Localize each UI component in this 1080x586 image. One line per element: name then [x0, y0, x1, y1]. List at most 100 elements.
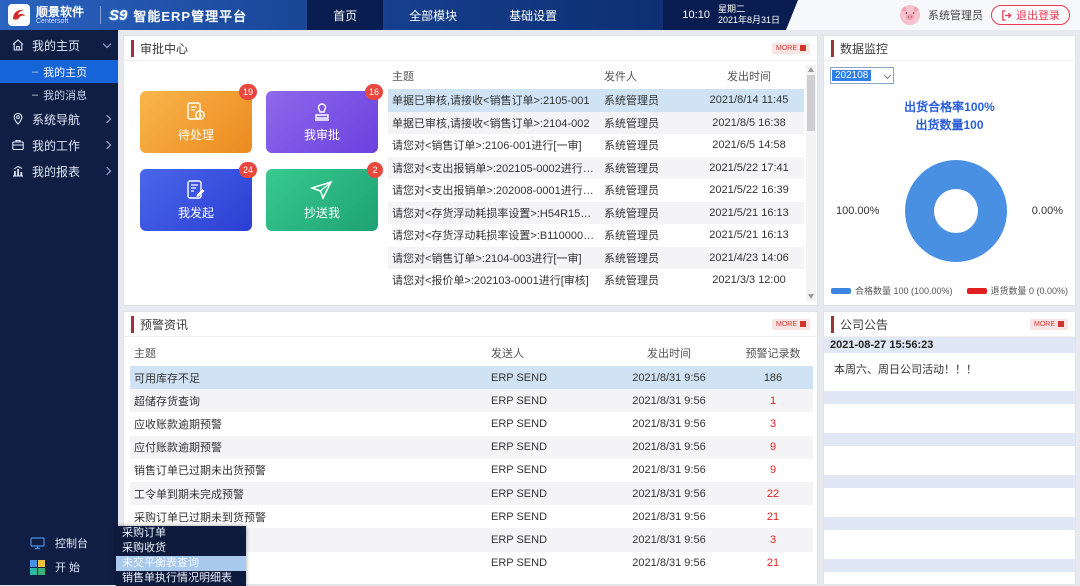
col-sender: 发件人	[600, 68, 694, 84]
sidebar-item-my-work[interactable]: 我的工作	[0, 132, 118, 158]
initiated-count-badge: 24	[239, 162, 257, 178]
announcement-panel-header: 公司公告 MORE	[824, 312, 1075, 337]
cell-sender: ERP SEND	[487, 511, 605, 523]
announcement-panel: 公司公告 MORE 2021-08-27 15:56:23 本周六、周日公司活动…	[823, 311, 1076, 585]
cell-sender: ERP SEND	[487, 557, 605, 569]
logout-label: 退出登录	[1016, 7, 1060, 23]
console-monitor-icon	[30, 536, 45, 551]
menu-item-purchase-receipt[interactable]: 采购收货	[116, 541, 246, 556]
menu-item-balance-query[interactable]: 未交平衡表查询	[116, 556, 246, 571]
announcement-more-button[interactable]: MORE	[1030, 319, 1068, 330]
sidebar-item-my-home[interactable]: 我的主页	[0, 30, 118, 60]
table-row[interactable]: 请您对<支出报销单>:202105-0002进行[审核]系统管理员2021/5/…	[388, 157, 804, 180]
logo-text: 顺景软件 Centersoft	[36, 6, 84, 25]
approval-more-button[interactable]: MORE	[772, 43, 810, 54]
paper-plane-icon	[310, 179, 334, 201]
cell-subject: 请您对<存货浮动耗损率设置>:B11000001进行[审核]	[388, 227, 600, 243]
donut-chart-row: 100.00% 0.00%	[824, 160, 1075, 262]
announcement-empty-slot	[824, 530, 1075, 559]
table-row[interactable]: 请您对<支出报销单>:202008-0001进行[审核]系统管理员2021/5/…	[388, 179, 804, 202]
cell-subject: 请您对<报价单>:202103-0001进行[审核]	[388, 272, 600, 288]
cell-sender: ERP SEND	[487, 441, 605, 453]
table-row[interactable]: 请您对<存货浮动耗损率设置>:H54R15006002进行[审核]系统管理员20…	[388, 202, 804, 225]
sidebar-item-my-reports[interactable]: 我的报表	[0, 158, 118, 184]
nav-tab-basic-settings[interactable]: 基础设置	[483, 0, 583, 30]
sidebar-subitem-my-home[interactable]: 我的主页	[0, 60, 118, 83]
cell-count: 3	[733, 534, 813, 546]
table-row[interactable]: 单据已审核,请接收<销售订单>:2104-002系统管理员2021/8/5 16…	[388, 112, 804, 135]
pending-doc-clock-icon	[185, 101, 207, 123]
clock-calendar-date: 2021年8月31日	[718, 15, 780, 26]
announcement-divider	[824, 391, 1075, 404]
table-row[interactable]: 销售订单已过期未出货预警ERP SEND2021/8/31 9:569	[130, 459, 813, 482]
alerts-more-button[interactable]: MORE	[772, 319, 810, 330]
clock-date: 星期二 2021年8月31日	[718, 4, 780, 27]
cell-time: 2021/5/22 17:41	[694, 162, 804, 174]
cell-sender: 系统管理员	[600, 160, 694, 176]
period-select[interactable]: 202108	[830, 67, 894, 84]
table-row[interactable]: 请您对<报价单>:202103-0001进行[审核]系统管理员2021/3/3 …	[388, 269, 804, 292]
cell-sender: ERP SEND	[487, 534, 605, 546]
announcement-divider	[824, 559, 1075, 572]
more-square-icon	[800, 45, 806, 51]
table-row[interactable]: 请您对<销售订单>:2104-003进行[一审]系统管理员2021/4/23 1…	[388, 247, 804, 270]
announcement-empty-slot	[824, 446, 1075, 475]
nav-tab-home[interactable]: 首页	[307, 0, 383, 30]
cell-count: 186	[733, 372, 813, 384]
cell-sender: ERP SEND	[487, 488, 605, 500]
menu-item-purchase-order[interactable]: 采购订单	[116, 526, 246, 541]
logo-title: 顺景软件	[36, 6, 84, 18]
cell-count: 21	[733, 557, 813, 569]
legend-label: 合格数量 100 (100.00%)	[855, 284, 953, 297]
announcement-content[interactable]: 本周六、周日公司活动！！！	[824, 353, 1075, 391]
chart-legend: 合格数量 100 (100.00%) 退货数量 0 (0.00%)	[824, 284, 1075, 297]
table-row[interactable]: 采购订单已过期未到货预警ERP SEND2021/8/31 9:5621	[130, 505, 813, 528]
platform-title: 智能ERP管理平台	[133, 6, 247, 25]
more-label: MORE	[776, 321, 797, 328]
tile-my-approvals[interactable]: 16 我审批	[266, 91, 378, 153]
start-button[interactable]: 开 始	[0, 555, 118, 579]
approval-table-rows: 主题 发件人 发出时间 单据已审核,请接收<销售订单>:2105-001系统管理…	[388, 63, 804, 305]
alerts-panel-header: 预警资讯 MORE	[124, 312, 817, 337]
pending-count-badge: 19	[239, 84, 257, 100]
sidebar-item-system-nav[interactable]: 系统导航	[0, 106, 118, 132]
scroll-down-arrow-icon[interactable]	[808, 294, 814, 299]
chevron-right-icon	[103, 141, 111, 149]
logout-button[interactable]: 退出登录	[991, 5, 1070, 25]
clock-weekday: 星期二	[718, 4, 780, 15]
donut-right-label: 0.00%	[1032, 205, 1063, 217]
table-row[interactable]: 工令单到期未完成预警ERP SEND2021/8/31 9:5622	[130, 482, 813, 505]
sidebar-item-label: 我的主页	[32, 37, 97, 54]
user-area: 系统管理员 退出登录	[790, 0, 1080, 30]
announcement-empty-slot	[824, 404, 1075, 433]
logout-icon	[1001, 10, 1012, 21]
approval-table-scrollbar[interactable]	[806, 65, 816, 301]
cell-sender: 系统管理员	[600, 250, 694, 266]
cell-subject: 请您对<存货浮动耗损率设置>:H54R15006002进行[审核]	[388, 205, 600, 221]
console-button[interactable]: 控制台	[0, 531, 118, 555]
scrollbar-thumb[interactable]	[807, 75, 815, 131]
table-row[interactable]: 应付账款逾期预警ERP SEND2021/8/31 9:569	[130, 436, 813, 459]
table-row[interactable]: 应收账款逾期预警ERP SEND2021/8/31 9:563	[130, 412, 813, 435]
approval-tiles: 19 待处理 16 我审批 24	[124, 61, 382, 305]
donut-chart	[905, 160, 1007, 262]
start-popup-menu: 采购订单 采购收货 未交平衡表查询 销售单执行情况明细表	[116, 526, 246, 586]
cell-subject: 请您对<支出报销单>:202105-0002进行[审核]	[388, 160, 600, 176]
menu-item-sales-execution-report[interactable]: 销售单执行情况明细表	[116, 571, 246, 586]
nav-tab-all-modules[interactable]: 全部模块	[383, 0, 483, 30]
table-row[interactable]: 单据已审核,请接收<销售订单>:2105-001系统管理员2021/8/14 1…	[388, 89, 804, 112]
tile-initiated-by-me[interactable]: 24 我发起	[140, 169, 252, 231]
cell-time: 2021/5/22 16:39	[694, 184, 804, 196]
start-squares-icon	[30, 560, 45, 575]
table-row[interactable]: 可用库存不足ERP SEND2021/8/31 9:56186	[130, 366, 813, 389]
table-row[interactable]: 请您对<销售订单>:2106-001进行[一审]系统管理员2021/6/5 14…	[388, 134, 804, 157]
scroll-up-arrow-icon[interactable]	[808, 67, 814, 72]
tile-cc-to-me[interactable]: 2 抄送我	[266, 169, 378, 231]
tile-pending[interactable]: 19 待处理	[140, 91, 252, 153]
cell-sender: 系统管理员	[600, 182, 694, 198]
table-row[interactable]: 超储存货查询ERP SEND2021/8/31 9:561	[130, 389, 813, 412]
sidebar-subitem-my-messages[interactable]: 我的消息	[0, 83, 118, 106]
table-row[interactable]: 请您对<存货浮动耗损率设置>:B11000001进行[审核]系统管理员2021/…	[388, 224, 804, 247]
sidebar-footer: 控制台 开 始	[0, 531, 118, 579]
console-label: 控制台	[55, 535, 88, 551]
